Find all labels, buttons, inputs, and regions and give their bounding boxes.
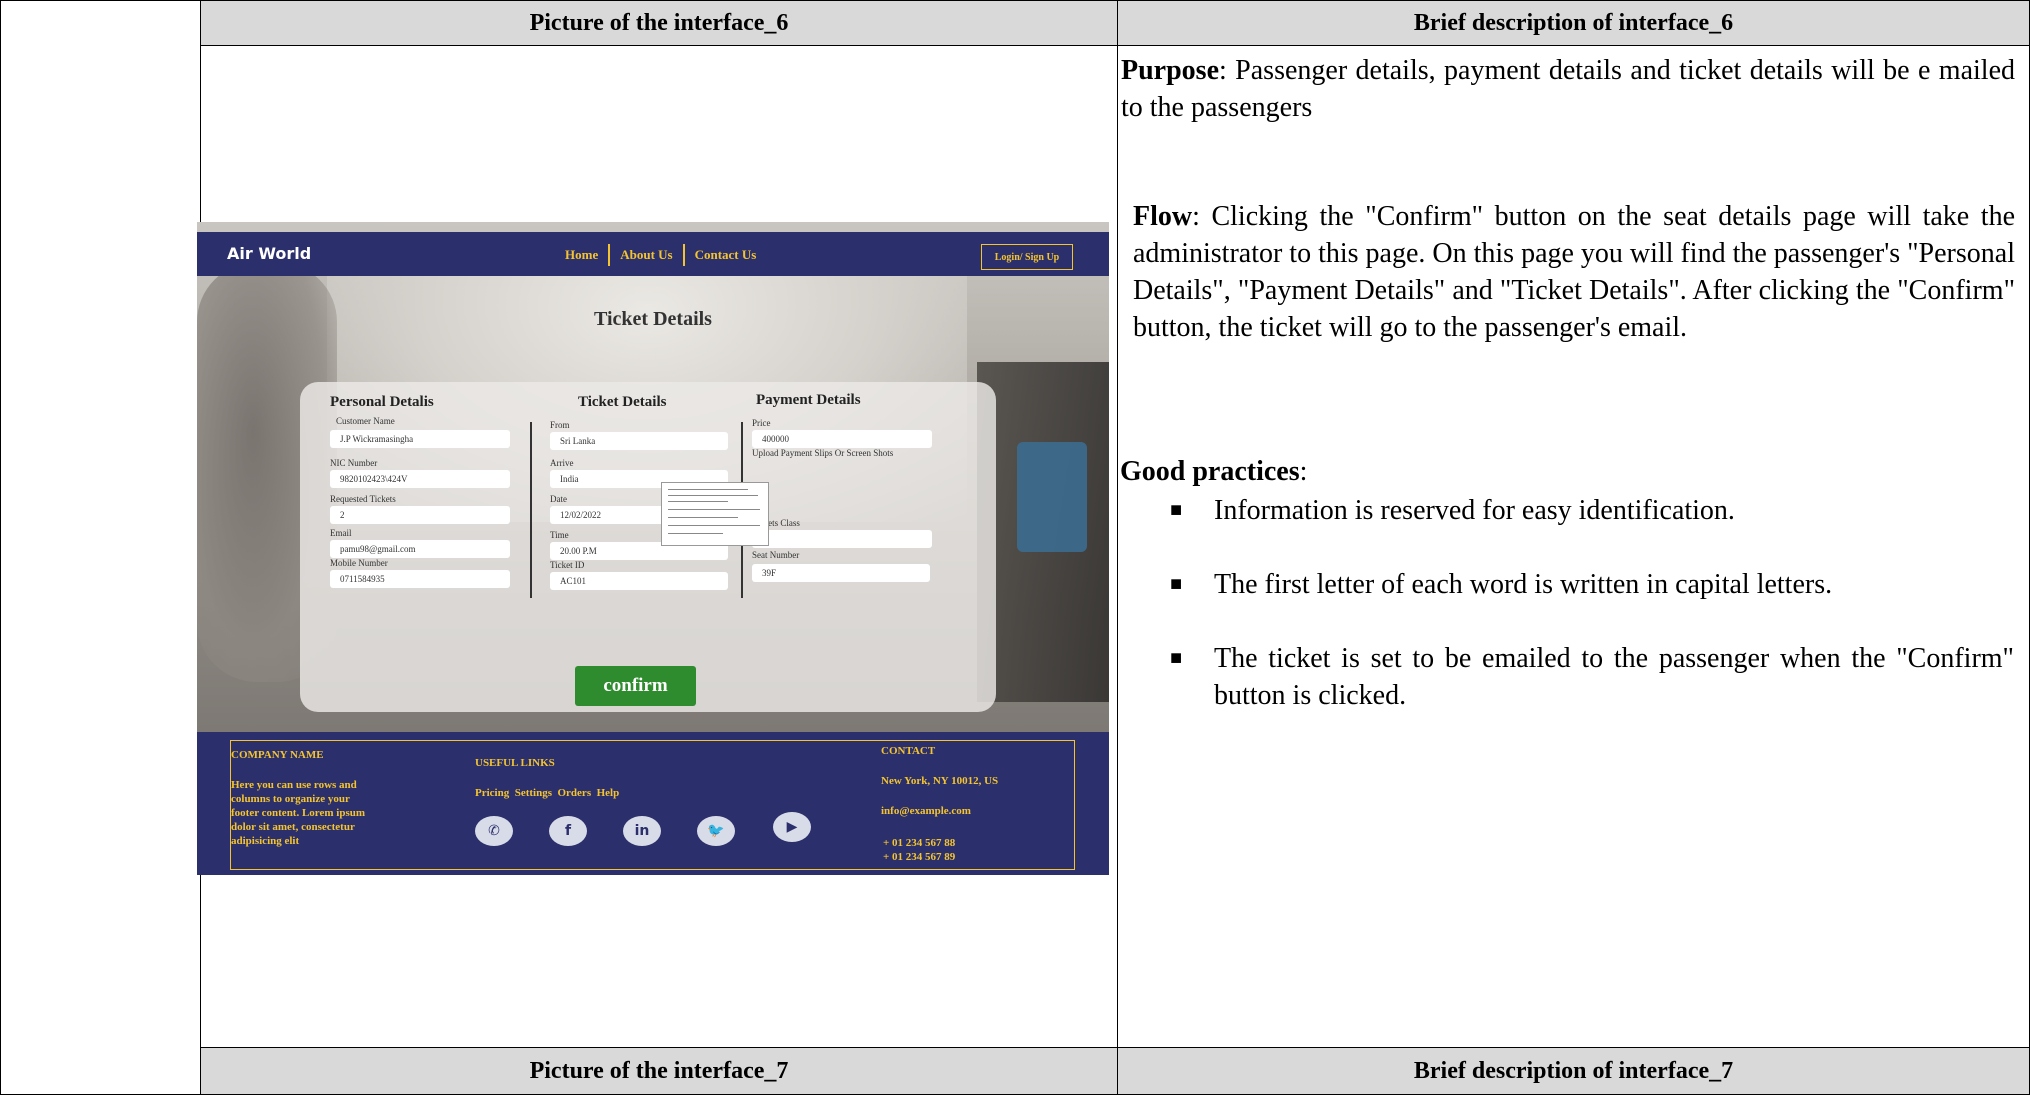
header-picture-6: Picture of the interface_6 <box>201 1 1117 45</box>
arrive-label: Arrive <box>550 458 574 468</box>
contact-address: New York, NY 10012, US <box>881 775 999 787</box>
square-bullet-icon: ■ <box>1170 499 1183 521</box>
nav-home[interactable]: Home <box>555 244 608 266</box>
good-practices-colon: : <box>1299 456 1308 487</box>
site-footer: COMPANY NAME Here you can use rows and c… <box>197 732 1109 875</box>
upload-slips-label: Upload Payment Slips Or Screen Shots <box>752 448 894 458</box>
company-text-line: adipisicing elit <box>231 835 300 847</box>
contact-email: info@example.com <box>881 805 971 817</box>
useful-links[interactable]: Pricing Settings Orders Help <box>475 786 619 800</box>
details-card: Personal Detalis Customer Name J.P Wickr… <box>300 382 996 712</box>
column-divider-2 <box>1117 0 1118 1095</box>
bullet-text: The first letter of each word is written… <box>1214 569 1833 600</box>
tickets-class-field[interactable]: A <box>752 530 932 548</box>
bullet-item: ■ The first letter of each word is writt… <box>1170 566 2014 603</box>
company-text-line: footer content. Lorem ipsum <box>231 807 366 819</box>
personal-details-title: Personal Detalis <box>330 394 434 410</box>
square-bullet-icon: ■ <box>1170 647 1183 669</box>
nav-contact-us[interactable]: Contact Us <box>682 244 767 266</box>
bullet-text: The ticket is set to be emailed to the p… <box>1214 643 2014 711</box>
nav-about-us[interactable]: About Us <box>608 244 682 266</box>
price-label: Price <box>752 418 771 428</box>
purpose-paragraph: Purpose: Passenger details, payment deta… <box>1121 52 2015 126</box>
time-label: Time <box>550 530 569 540</box>
customer-name-label: Customer Name <box>336 416 395 426</box>
company-name-heading: COMPANY NAME <box>231 749 324 761</box>
contact-heading: CONTACT <box>881 745 936 757</box>
price-field[interactable]: 400000 <box>752 430 932 448</box>
contact-phone: + 01 234 567 89 <box>883 851 956 863</box>
bullet-item: ■ Information is reserved for easy ident… <box>1170 492 2014 529</box>
brand-logo: Air World <box>227 244 312 263</box>
top-navbar: Air World Home About Us Contact Us Login… <box>197 232 1109 276</box>
email-field[interactable]: pamu98@gmail.com <box>330 540 510 558</box>
good-practices-heading: Good practices: <box>1120 456 1307 488</box>
from-label: From <box>550 420 570 430</box>
date-label: Date <box>550 494 567 504</box>
bullet-text: Information is reserved for easy identif… <box>1214 495 1735 526</box>
useful-links-heading: USEFUL LINKS <box>475 757 555 769</box>
column-divider <box>530 422 532 598</box>
seat-number-field[interactable]: 39F <box>752 564 930 582</box>
mobile-number-label: Mobile Number <box>330 558 388 568</box>
nic-number-label: NIC Number <box>330 458 378 468</box>
interface-screenshot: Air World Home About Us Contact Us Login… <box>197 222 1109 875</box>
email-label: Email <box>330 528 352 538</box>
mobile-number-field[interactable]: 0711584935 <box>330 570 510 588</box>
contact-phone: + 01 234 567 88 <box>883 837 956 849</box>
twitter-icon[interactable]: 🐦 <box>697 816 735 846</box>
requested-tickets-field[interactable]: 2 <box>330 506 510 524</box>
company-text-line: columns to organize your <box>231 793 350 805</box>
header-description-6: Brief description of interface_6 <box>1118 1 2029 45</box>
background-screen <box>1017 442 1087 552</box>
flow-paragraph: Flow: Clicking the "Confirm" button on t… <box>1133 198 2015 346</box>
ticket-details-title: Ticket Details <box>578 394 667 410</box>
youtube-icon[interactable]: ▶ <box>773 812 811 842</box>
bullet-item: ■ The ticket is set to be emailed to the… <box>1170 640 2014 714</box>
purpose-text: : Passenger details, payment details and… <box>1121 55 2015 123</box>
linkedin-icon[interactable]: in <box>623 816 661 846</box>
page-title: Ticket Details <box>594 308 712 330</box>
ticket-id-label: Ticket ID <box>550 560 585 570</box>
from-field[interactable]: Sri Lanka <box>550 432 728 450</box>
facebook-icon[interactable]: f <box>549 816 587 846</box>
login-signup-button[interactable]: Login/ Sign Up <box>981 244 1073 270</box>
square-bullet-icon: ■ <box>1170 573 1183 595</box>
nic-number-field[interactable]: 9820102423\424V <box>330 470 510 488</box>
confirm-button[interactable]: confirm <box>575 666 696 706</box>
ticket-id-field[interactable]: AC101 <box>550 572 728 590</box>
header-picture-7: Picture of the interface_7 <box>201 1048 1117 1094</box>
nav-links: Home About Us Contact Us <box>555 244 766 266</box>
seat-number-label: Seat Number <box>752 550 800 560</box>
payment-details-title: Payment Details <box>756 392 861 408</box>
company-text-line: dolor sit amet, consectetur <box>231 821 355 833</box>
customer-name-field[interactable]: J.P Wickramasingha <box>330 430 510 448</box>
good-practices-label: Good practices <box>1120 456 1300 487</box>
flow-label: Flow <box>1133 201 1193 232</box>
header-description-7: Brief description of interface_7 <box>1118 1048 2029 1094</box>
company-text-line: Here you can use rows and <box>231 779 357 791</box>
flow-text: : Clicking the "Confirm" button on the s… <box>1133 201 2015 343</box>
whatsapp-icon[interactable]: ✆ <box>475 816 513 846</box>
purpose-label: Purpose <box>1121 55 1219 86</box>
header-row-border <box>200 45 2030 46</box>
payment-slip-thumbnail[interactable] <box>661 482 769 546</box>
table-left-border <box>0 0 1 1095</box>
requested-tickets-label: Requested Tickets <box>330 494 396 504</box>
